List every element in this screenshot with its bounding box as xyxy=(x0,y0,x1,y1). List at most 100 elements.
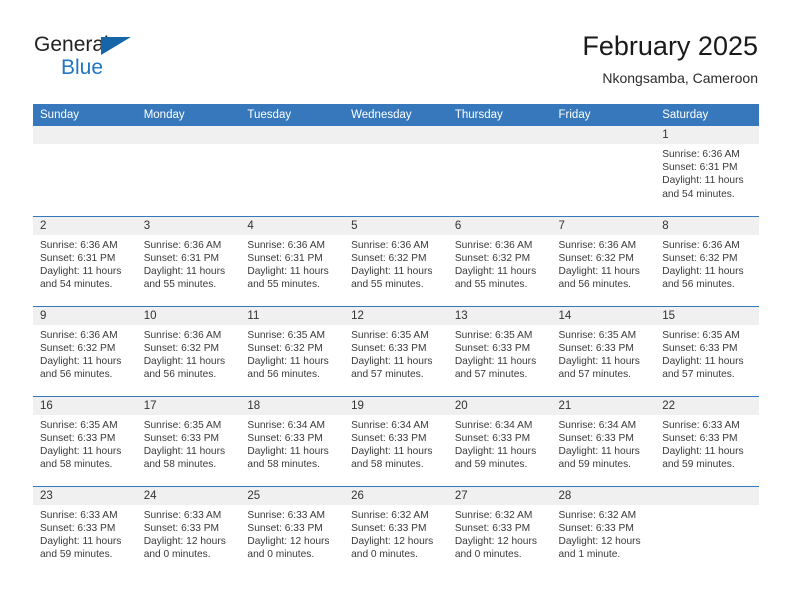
sunset-text: Sunset: 6:33 PM xyxy=(351,432,427,444)
daylight-text-line2: and 0 minutes. xyxy=(143,549,211,561)
calendar-day-cell[interactable]: 19 Sunrise: 6:34 AM Sunset: 6:33 PM Dayligh… xyxy=(344,395,448,486)
calendar-day-cell[interactable]: 11 Sunrise: 6:35 AM Sunset: 6:32 PM Dayligh… xyxy=(240,305,345,396)
day-number: 8 xyxy=(655,216,759,235)
weekday-header-wednesday: Wednesday xyxy=(344,104,448,126)
sunset-text: Sunset: 6:33 PM xyxy=(454,342,531,354)
daylight-text-line2: and 56 minutes. xyxy=(662,279,735,291)
sunset-text: Sunset: 6:33 PM xyxy=(662,342,738,354)
general-blue-logo[interactable]: General Blue xyxy=(34,30,164,82)
day-number: 16 xyxy=(33,396,137,415)
calendar-day-cell[interactable]: 8 Sunrise: 6:36 AM Sunset: 6:32 PM Daylight… xyxy=(655,215,759,306)
day-details: Sunrise: 6:35 AM Sunset: 6:33 PM Daylight:… xyxy=(137,415,241,472)
calendar-day-cell[interactable]: 15 Sunrise: 6:35 AM Sunset: 6:33 PM Dayligh… xyxy=(655,305,759,396)
calendar-day-cell[interactable]: 1 Sunrise: 6:36 AM Sunset: 6:31 PM Daylight… xyxy=(655,126,759,216)
calendar-day-cell[interactable]: 16 Sunrise: 6:35 AM Sunset: 6:33 PM Dayligh… xyxy=(33,395,137,486)
calendar-day-cell[interactable]: 25 Sunrise: 6:33 AM Sunset: 6:33 PM Dayligh… xyxy=(240,485,345,576)
calendar-day-cell[interactable]: 23 Sunrise: 6:33 AM Sunset: 6:33 PM Dayligh… xyxy=(33,485,137,576)
sunrise-text: Sunrise: 6:36 AM xyxy=(143,239,222,251)
day-number: 9 xyxy=(33,306,137,325)
sunrise-text: Sunrise: 6:32 AM xyxy=(558,509,637,521)
calendar-day-cell[interactable]: 9 Sunrise: 6:36 AM Sunset: 6:32 PM Daylight… xyxy=(33,305,137,396)
day-details: Sunrise: 6:35 AM Sunset: 6:33 PM Daylight:… xyxy=(448,325,552,382)
sunrise-text: Sunrise: 6:33 AM xyxy=(662,419,740,431)
calendar-day-cell[interactable]: 12 Sunrise: 6:35 AM Sunset: 6:33 PM Dayligh… xyxy=(344,305,448,396)
day-cell-inner: 1 Sunrise: 6:36 AM Sunset: 6:31 PM Daylight… xyxy=(655,126,759,216)
day-number xyxy=(240,126,345,144)
day-cell-inner: 26 Sunrise: 6:32 AM Sunset: 6:33 PM Dayligh… xyxy=(344,486,448,577)
calendar-week-row: 2 Sunrise: 6:36 AM Sunset: 6:31 PM Daylight… xyxy=(33,215,759,306)
calendar-day-cell[interactable]: 22 Sunrise: 6:33 AM Sunset: 6:33 PM Dayligh… xyxy=(655,395,759,486)
daylight-text-line1: Daylight: 11 hours xyxy=(662,445,744,457)
calendar-day-cell[interactable]: 28 Sunrise: 6:32 AM Sunset: 6:33 PM Dayligh… xyxy=(551,485,656,576)
calendar-day-cell[interactable]: 21 Sunrise: 6:34 AM Sunset: 6:33 PM Dayligh… xyxy=(551,395,656,486)
daylight-text-line1: Daylight: 12 hours xyxy=(558,535,641,547)
calendar-day-cell[interactable]: 18 Sunrise: 6:34 AM Sunset: 6:33 PM Dayligh… xyxy=(240,395,345,486)
calendar-day-cell[interactable]: 7 Sunrise: 6:36 AM Sunset: 6:32 PM Daylight… xyxy=(551,215,656,306)
day-number xyxy=(655,486,759,505)
day-details: Sunrise: 6:32 AM Sunset: 6:33 PM Daylight:… xyxy=(552,505,656,562)
calendar-day-cell[interactable]: 27 Sunrise: 6:32 AM Sunset: 6:33 PM Dayligh… xyxy=(447,485,552,576)
calendar-day-cell[interactable]: 14 Sunrise: 6:35 AM Sunset: 6:33 PM Dayligh… xyxy=(551,305,656,396)
daylight-text-line2: and 58 minutes. xyxy=(143,459,217,471)
sunrise-text: Sunrise: 6:34 AM xyxy=(247,419,325,431)
day-number: 21 xyxy=(551,396,656,415)
calendar-day-cell[interactable]: 6 Sunrise: 6:36 AM Sunset: 6:32 PM Daylight… xyxy=(447,215,552,306)
daylight-text-line2: and 57 minutes. xyxy=(351,369,424,381)
day-cell-inner: 11 Sunrise: 6:35 AM Sunset: 6:32 PM Dayligh… xyxy=(240,306,345,396)
day-details: Sunrise: 6:33 AM Sunset: 6:33 PM Daylight:… xyxy=(33,505,137,562)
calendar-week-row: 23 Sunrise: 6:33 AM Sunset: 6:33 PM Dayligh… xyxy=(33,485,759,577)
sunrise-text: Sunrise: 6:35 AM xyxy=(662,329,740,341)
daylight-text-line2: and 0 minutes. xyxy=(351,549,418,561)
day-number xyxy=(447,126,552,144)
calendar-day-cell[interactable]: 24 Sunrise: 6:33 AM Sunset: 6:33 PM Dayligh… xyxy=(136,485,241,576)
daylight-text-line1: Daylight: 11 hours xyxy=(662,355,744,367)
day-cell-inner: 2 Sunrise: 6:36 AM Sunset: 6:31 PM Daylight… xyxy=(33,216,137,306)
calendar-day-cell[interactable]: 3 Sunrise: 6:36 AM Sunset: 6:31 PM Daylight… xyxy=(136,215,241,306)
daylight-text-line1: Daylight: 11 hours xyxy=(454,445,537,457)
day-details: Sunrise: 6:36 AM Sunset: 6:32 PM Daylight:… xyxy=(344,235,448,292)
calendar-header-row: Sunday Monday Tuesday Wednesday Thursday Frid… xyxy=(33,104,759,126)
calendar-day-cell-empty xyxy=(447,126,552,216)
calendar-day-cell[interactable]: 10 Sunrise: 6:36 AM Sunset: 6:32 PM Dayligh… xyxy=(136,305,241,396)
sunrise-text: Sunrise: 6:36 AM xyxy=(662,239,740,251)
calendar-day-cell[interactable]: 20 Sunrise: 6:34 AM Sunset: 6:33 PM Dayligh… xyxy=(447,395,552,486)
calendar-day-cell[interactable]: 2 Sunrise: 6:36 AM Sunset: 6:31 PM Daylight… xyxy=(33,215,137,306)
day-number xyxy=(136,126,241,144)
daylight-text-line1: Daylight: 12 hours xyxy=(247,535,330,547)
calendar-day-cell-empty xyxy=(655,485,759,576)
day-number: 15 xyxy=(655,306,759,325)
sunrise-text: Sunrise: 6:33 AM xyxy=(40,509,118,521)
daylight-text-line1: Daylight: 11 hours xyxy=(143,445,226,457)
day-cell-inner: 9 Sunrise: 6:36 AM Sunset: 6:32 PM Daylight… xyxy=(33,306,137,396)
day-cell-inner: 22 Sunrise: 6:33 AM Sunset: 6:33 PM Dayligh… xyxy=(655,396,759,486)
sunrise-text: Sunrise: 6:33 AM xyxy=(247,509,325,521)
sunset-text: Sunset: 6:32 PM xyxy=(40,342,116,354)
sunrise-text: Sunrise: 6:35 AM xyxy=(247,329,325,341)
calendar-day-cell[interactable]: 5 Sunrise: 6:36 AM Sunset: 6:32 PM Daylight… xyxy=(344,215,448,306)
day-details: Sunrise: 6:32 AM Sunset: 6:33 PM Daylight:… xyxy=(448,505,552,562)
daylight-text-line2: and 57 minutes. xyxy=(662,369,735,381)
calendar-day-cell[interactable]: 4 Sunrise: 6:36 AM Sunset: 6:31 PM Daylight… xyxy=(240,215,345,306)
daylight-text-line1: Daylight: 11 hours xyxy=(351,265,433,277)
calendar-day-cell[interactable]: 17 Sunrise: 6:35 AM Sunset: 6:33 PM Dayligh… xyxy=(136,395,241,486)
calendar-week-row: 16 Sunrise: 6:35 AM Sunset: 6:33 PM Dayligh… xyxy=(33,395,759,486)
day-cell-inner: 14 Sunrise: 6:35 AM Sunset: 6:33 PM Dayligh… xyxy=(551,306,656,396)
calendar-table: Sunday Monday Tuesday Wednesday Thursday Frid… xyxy=(33,104,759,576)
title-block: February 2025 Nkongsamba, Cameroon xyxy=(582,30,758,88)
sunset-text: Sunset: 6:31 PM xyxy=(40,252,116,264)
daylight-text-line2: and 56 minutes. xyxy=(247,369,320,381)
sunset-text: Sunset: 6:33 PM xyxy=(143,522,220,534)
day-number: 19 xyxy=(344,396,448,415)
calendar-day-cell-empty xyxy=(344,126,448,216)
calendar-day-cell[interactable]: 26 Sunrise: 6:32 AM Sunset: 6:33 PM Dayligh… xyxy=(344,485,448,577)
day-cell-inner: 20 Sunrise: 6:34 AM Sunset: 6:33 PM Dayligh… xyxy=(447,396,552,486)
sunset-text: Sunset: 6:33 PM xyxy=(351,342,427,354)
day-details: Sunrise: 6:35 AM Sunset: 6:33 PM Daylight:… xyxy=(344,325,448,382)
day-cell-inner: 19 Sunrise: 6:34 AM Sunset: 6:33 PM Dayligh… xyxy=(344,396,448,486)
logo-triangle-icon xyxy=(101,37,131,55)
sunrise-text: Sunrise: 6:35 AM xyxy=(143,419,222,431)
day-details: Sunrise: 6:34 AM Sunset: 6:33 PM Daylight:… xyxy=(552,415,656,472)
sunset-text: Sunset: 6:31 PM xyxy=(247,252,323,264)
calendar-day-cell[interactable]: 13 Sunrise: 6:35 AM Sunset: 6:33 PM Dayligh… xyxy=(447,305,552,396)
day-number: 20 xyxy=(447,396,552,415)
